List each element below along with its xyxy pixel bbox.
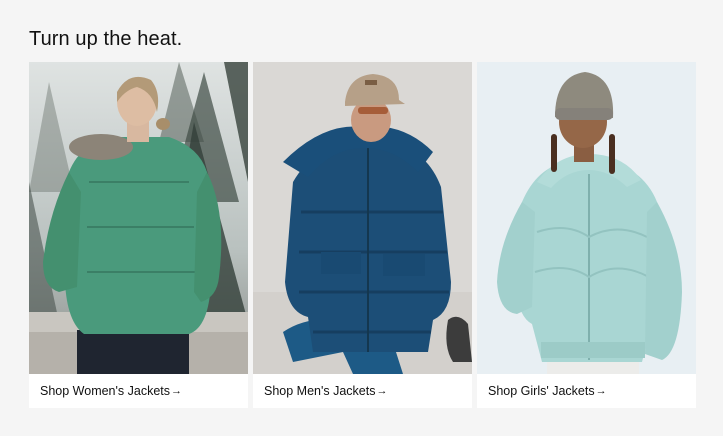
card-label-text: Shop Women's Jackets — [40, 384, 170, 398]
card-mens-jackets[interactable]: Shop Men's Jackets → — [253, 62, 472, 408]
card-label-girls[interactable]: Shop Girls' Jackets → — [477, 374, 696, 408]
girls-jacket-image[interactable] — [477, 62, 696, 374]
arrow-right-icon: → — [376, 385, 388, 397]
card-label-mens[interactable]: Shop Men's Jackets → — [253, 374, 472, 408]
card-label-text: Shop Men's Jackets — [264, 384, 376, 398]
card-label-text: Shop Girls' Jackets — [488, 384, 595, 398]
arrow-right-icon: → — [171, 385, 182, 397]
womens-jacket-image[interactable] — [29, 62, 248, 374]
card-girls-jackets[interactable]: Shop Girls' Jackets → — [477, 62, 696, 408]
mens-jacket-image[interactable] — [253, 62, 472, 374]
product-category-cards: Shop Women's Jackets → Shop Men's Jacket… — [29, 62, 696, 408]
card-womens-jackets[interactable]: Shop Women's Jackets → — [29, 62, 248, 408]
section-heading: Turn up the heat. — [29, 28, 183, 50]
card-label-womens[interactable]: Shop Women's Jackets → — [29, 374, 248, 408]
arrow-right-icon: → — [595, 385, 607, 397]
